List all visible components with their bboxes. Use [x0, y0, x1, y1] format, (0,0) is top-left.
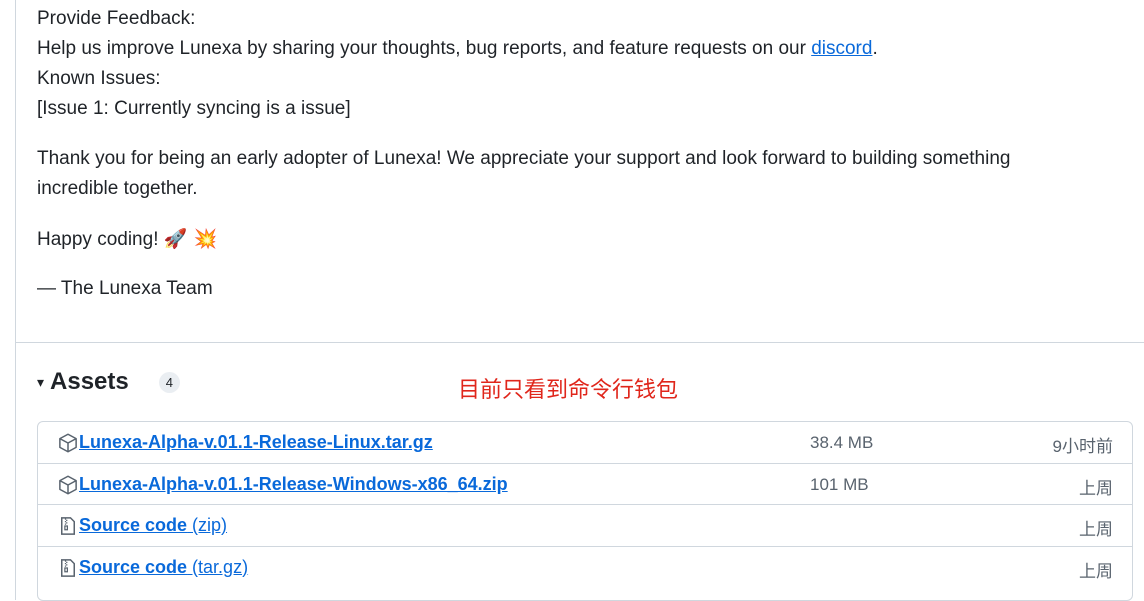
- asset-link[interactable]: Source code (zip): [79, 515, 227, 536]
- asset-date: 上周: [1079, 478, 1113, 498]
- feedback-paragraph: Help us improve Lunexa by sharing your t…: [37, 34, 878, 64]
- happy-coding-text: Happy coding!: [37, 229, 159, 250]
- asset-size: 101 MB: [810, 474, 869, 494]
- feedback-end: .: [872, 38, 878, 59]
- issue-1: [Issue 1: Currently syncing is a issue]: [37, 98, 351, 119]
- annotation-note: 目前只看到命令行钱包: [458, 377, 679, 402]
- feedback-text: Help us improve Lunexa by sharing your t…: [37, 38, 812, 59]
- signature: — The Lunexa Team: [37, 278, 213, 299]
- section-divider: [16, 342, 1144, 343]
- asset-row: Source code (tar.gz) 上周: [38, 547, 1132, 589]
- asset-row: Source code (zip) 上周: [38, 505, 1132, 547]
- asset-link[interactable]: Source code (tar.gz): [79, 557, 248, 578]
- discord-link[interactable]: discord: [811, 38, 872, 59]
- asset-link[interactable]: Lunexa-Alpha-v.01.1-Release-Windows-x86_…: [79, 474, 508, 495]
- assets-title: Assets: [50, 368, 129, 395]
- assets-count-badge: 4: [158, 371, 180, 393]
- asset-date: 上周: [1079, 520, 1113, 539]
- asset-row: Lunexa-Alpha-v.01.1-Release-Windows-x86_…: [38, 464, 1132, 505]
- asset-row: Lunexa-Alpha-v.01.1-Release-Linux.tar.gz…: [38, 422, 1132, 464]
- asset-date: 9小时前: [1052, 437, 1113, 456]
- rocket-collision-emoji: 🚀 💥: [163, 228, 218, 250]
- thanks-line-2: incredible together.: [37, 178, 198, 199]
- thanks-line-1: Thank you for being an early adopter of …: [37, 148, 1011, 169]
- file-zip-icon: [58, 558, 78, 578]
- file-zip-icon: [58, 516, 78, 536]
- asset-size: 38.4 MB: [810, 433, 874, 452]
- package-icon: [58, 433, 78, 453]
- feedback-heading: Provide Feedback:: [37, 8, 196, 29]
- asset-link[interactable]: Lunexa-Alpha-v.01.1-Release-Linux.tar.gz: [79, 432, 433, 453]
- assets-list: Lunexa-Alpha-v.01.1-Release-Linux.tar.gz…: [37, 421, 1133, 601]
- known-issues-heading: Known Issues:: [37, 68, 161, 89]
- happy-coding-line: Happy coding! 🚀 💥: [37, 224, 217, 255]
- assets-toggle[interactable]: ▾ Assets 4: [37, 368, 180, 396]
- asset-date: 上周: [1079, 561, 1113, 581]
- caret-down-icon: ▾: [37, 373, 45, 390]
- package-icon: [58, 475, 78, 495]
